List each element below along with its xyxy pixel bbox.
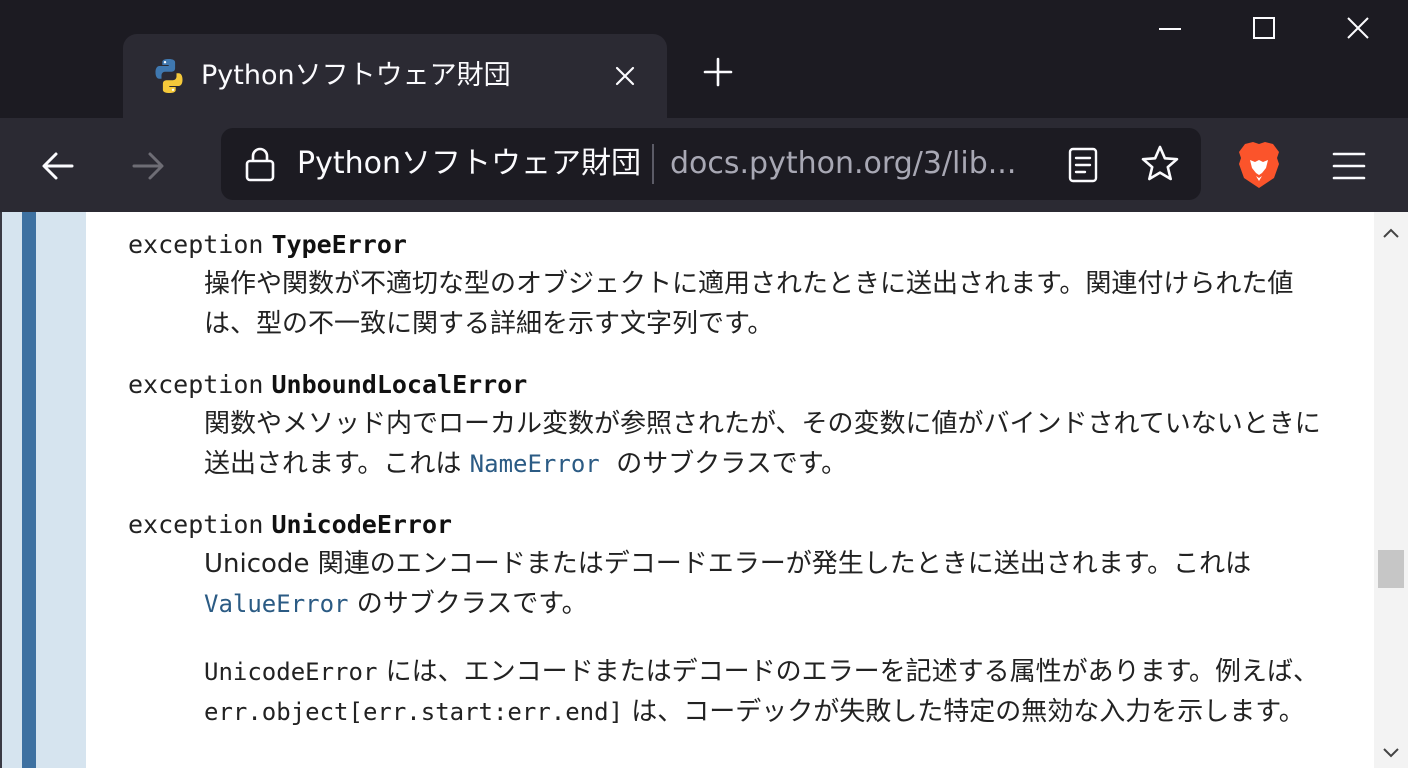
forward-button[interactable] bbox=[124, 142, 172, 190]
description-text: のサブクラスです。 bbox=[356, 589, 588, 619]
exception-keyword: exception bbox=[128, 370, 264, 399]
new-tab-button[interactable] bbox=[696, 50, 740, 94]
scroll-up-button[interactable] bbox=[1374, 218, 1408, 248]
address-bar[interactable]: Pythonソフトウェア財団 docs.python.org/3/lib... bbox=[221, 128, 1201, 200]
hamburger-menu-icon[interactable] bbox=[1326, 144, 1372, 188]
python-logo-icon bbox=[155, 59, 183, 93]
vertical-scrollbar[interactable] bbox=[1374, 212, 1408, 768]
exception-signature: exception TypeError bbox=[128, 228, 1348, 262]
exception-keyword: exception bbox=[128, 230, 264, 259]
exception-signature: exception UnboundLocalError bbox=[128, 368, 1348, 402]
brave-lion-icon[interactable] bbox=[1236, 140, 1282, 190]
exception-signature: exception UnicodeError bbox=[128, 508, 1348, 542]
exception-attributes-paragraph: UnicodeError には、エンコードまたはデコードのエラーを記述する属性が… bbox=[204, 652, 1334, 732]
maximize-button[interactable] bbox=[1234, 6, 1294, 50]
exception-description: 操作や関数が不適切な型のオブジェクトに適用されたときに送出されます。関連付けられ… bbox=[204, 269, 1294, 339]
nameerror-link[interactable]: NameError bbox=[470, 450, 600, 478]
exception-entry-unboundlocalerror: exception UnboundLocalError 関数やメソッド内でローカル… bbox=[128, 368, 1348, 484]
description-text: のサブクラスです。 bbox=[616, 449, 848, 479]
chevron-down-icon bbox=[1383, 748, 1399, 758]
page-viewport: exception TypeError 操作や関数が不適切な型のオブジェクトに適用… bbox=[0, 212, 1408, 768]
close-icon bbox=[615, 66, 635, 86]
star-icon[interactable] bbox=[1139, 143, 1181, 185]
valueerror-link[interactable]: ValueError bbox=[204, 590, 349, 618]
reader-view-icon[interactable] bbox=[1063, 145, 1103, 185]
title-bar: Pythonソフトウェア財団 bbox=[0, 0, 1408, 118]
arrow-left-icon bbox=[42, 152, 74, 180]
url-text[interactable]: docs.python.org/3/lib... bbox=[670, 142, 1016, 186]
scroll-down-button[interactable] bbox=[1374, 738, 1408, 768]
inline-code: UnicodeError bbox=[204, 658, 378, 686]
exception-description: 関数やメソッド内でローカル変数が参照されたが、その変数に値がバインドされていない… bbox=[204, 404, 1334, 484]
nav-toolbar: Pythonソフトウェア財団 docs.python.org/3/lib... bbox=[0, 118, 1408, 212]
chevron-up-icon bbox=[1383, 228, 1399, 238]
maximize-icon bbox=[1253, 17, 1275, 39]
back-button[interactable] bbox=[34, 142, 82, 190]
lock-icon[interactable] bbox=[243, 146, 277, 182]
close-icon bbox=[1347, 17, 1369, 39]
exception-name[interactable]: TypeError bbox=[271, 230, 406, 259]
plus-icon bbox=[703, 57, 733, 87]
minimize-icon bbox=[1159, 28, 1181, 30]
site-identity[interactable]: Pythonソフトウェア財団 bbox=[297, 142, 641, 186]
minimize-button[interactable] bbox=[1140, 6, 1200, 50]
exception-entry-typeerror: exception TypeError 操作や関数が不適切な型のオブジェクトに適用… bbox=[128, 228, 1348, 344]
arrow-right-icon bbox=[132, 152, 164, 180]
url-separator bbox=[652, 144, 654, 184]
exception-entry-unicodeerror: exception UnicodeError Unicode 関連のエンコードまた… bbox=[128, 508, 1348, 732]
scrollbar-thumb[interactable] bbox=[1378, 550, 1404, 588]
inline-code: err.object[err.start:err.end] bbox=[204, 698, 624, 726]
exception-description: Unicode 関連のエンコードまたはデコードエラーが発生したときに送出されます… bbox=[204, 544, 1334, 624]
window-close-button[interactable] bbox=[1328, 6, 1388, 50]
sidebar-accent-bar bbox=[22, 212, 36, 768]
exception-name[interactable]: UnboundLocalError bbox=[271, 370, 527, 399]
exception-name[interactable]: UnicodeError bbox=[271, 510, 452, 539]
tab-title: Pythonソフトウェア財団 bbox=[201, 60, 511, 91]
tab-python-docs[interactable]: Pythonソフトウェア財団 bbox=[123, 34, 667, 118]
tab-close-button[interactable] bbox=[605, 56, 645, 96]
exception-keyword: exception bbox=[128, 510, 264, 539]
description-text: Unicode 関連のエンコードまたはデコードエラーが発生したときに送出されます… bbox=[204, 549, 1252, 579]
description-text: には、エンコードまたはデコードのエラーを記述する属性があります。例えば、 bbox=[385, 657, 1320, 687]
page-sidebar bbox=[2, 212, 86, 768]
description-text: は、コーデックが失敗した特定の無効な入力を示します。 bbox=[631, 697, 1305, 727]
